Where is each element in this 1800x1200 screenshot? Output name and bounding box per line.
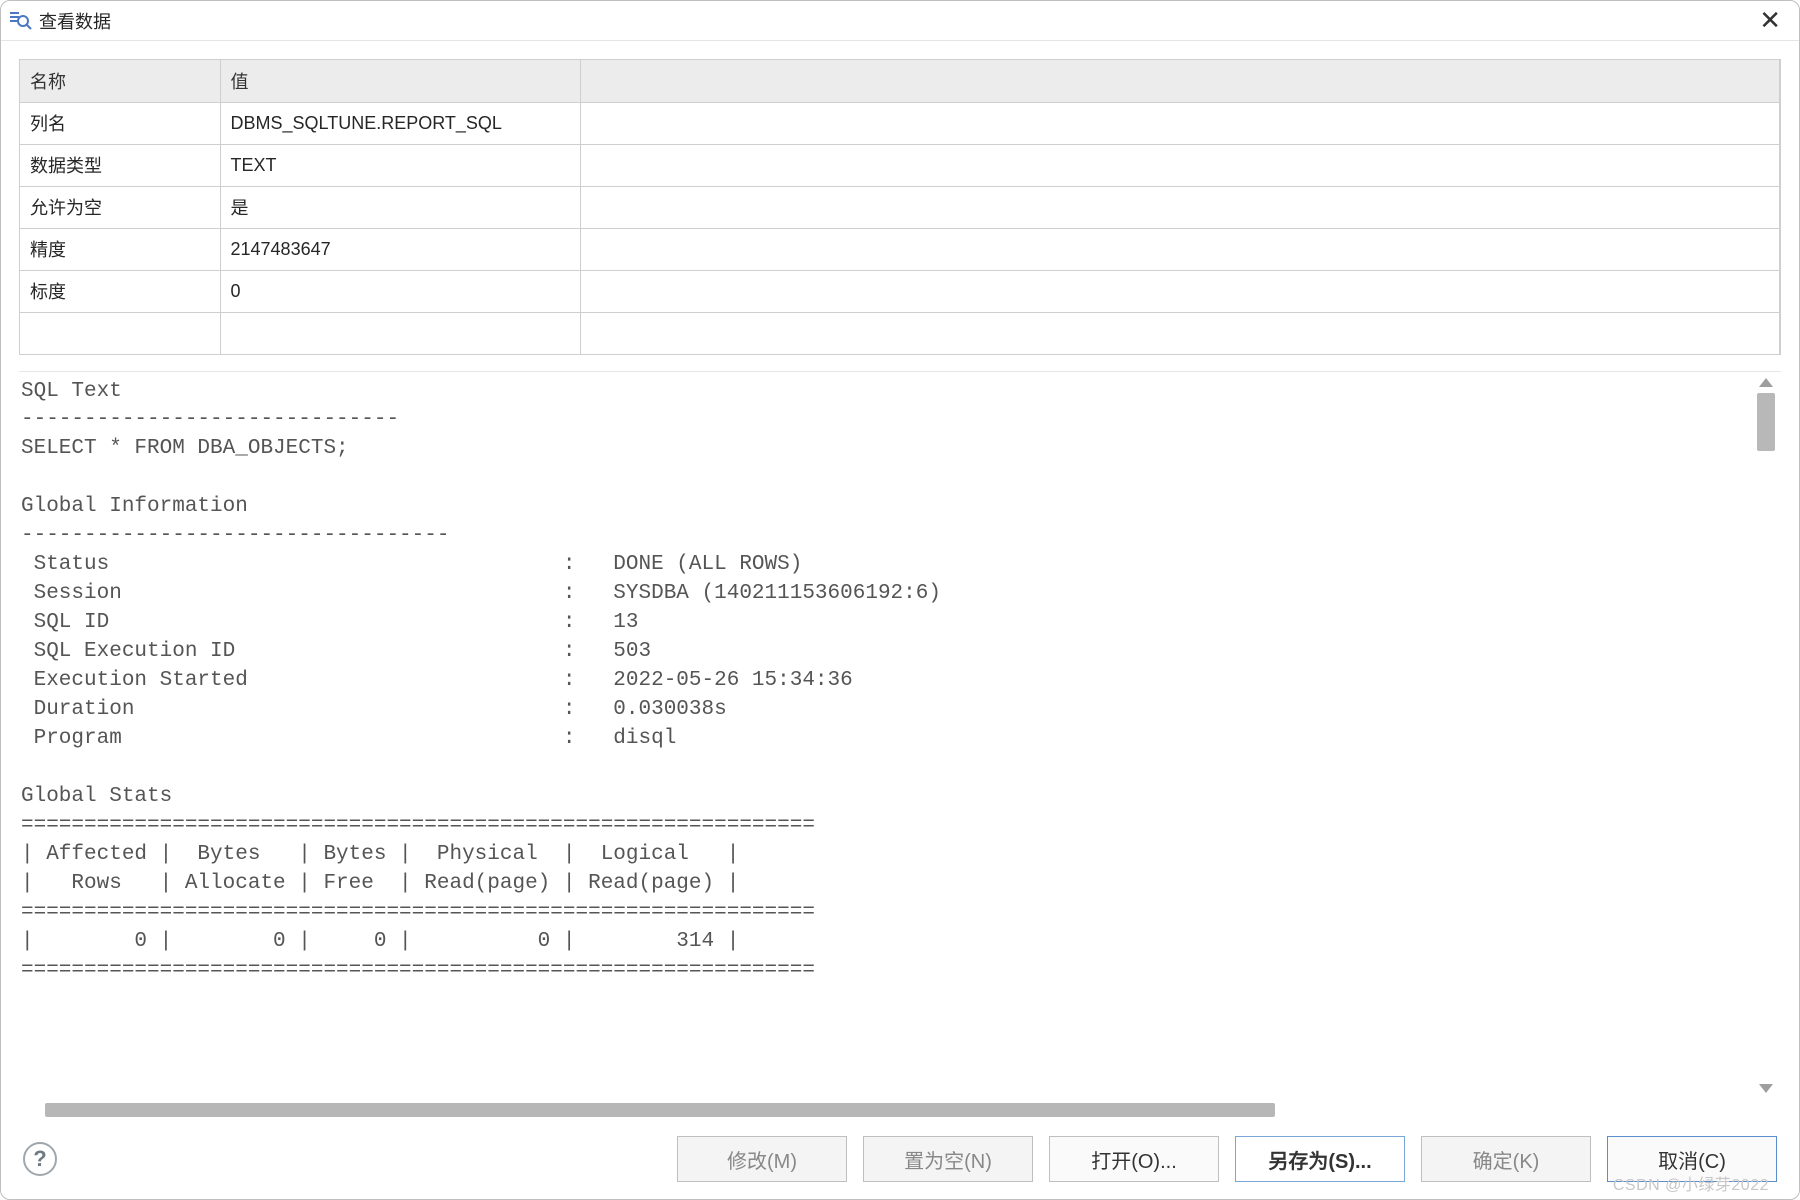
report-area: SQL Text ------------------------------ …: [19, 371, 1781, 1120]
grid-header-row: 名称 值: [20, 60, 1780, 102]
close-icon[interactable]: ✕: [1753, 3, 1787, 38]
table-row[interactable]: 数据类型TEXT: [20, 144, 1780, 186]
table-row[interactable]: 列名DBMS_SQLTUNE.REPORT_SQL: [20, 102, 1780, 144]
cell-value[interactable]: TEXT: [220, 144, 580, 186]
open-button[interactable]: 打开(O)...: [1049, 1136, 1219, 1182]
button-bar: ? 修改(M) 置为空(N) 打开(O)... 另存为(S)... 确定(K) …: [1, 1119, 1799, 1199]
table-row[interactable]: 允许为空是: [20, 186, 1780, 228]
horizontal-scrollbar[interactable]: [19, 1099, 1747, 1119]
grid-header-name[interactable]: 名称: [20, 60, 220, 102]
scroll-up-icon[interactable]: [1759, 378, 1773, 387]
saveas-button[interactable]: 另存为(S)...: [1235, 1136, 1405, 1182]
cell-blank: [580, 186, 1780, 228]
horizontal-scroll-thumb[interactable]: [45, 1103, 1275, 1117]
table-row[interactable]: [20, 312, 1780, 354]
modify-button[interactable]: 修改(M): [677, 1136, 847, 1182]
cell-blank: [580, 312, 1780, 354]
vertical-scrollbar[interactable]: [1755, 378, 1777, 1094]
view-data-dialog: 查看数据 ✕ 名称 值 列名DBMS_SQLTUNE.REPORT_SQL数据类…: [0, 0, 1800, 1200]
cell-name[interactable]: 标度: [20, 270, 220, 312]
setnull-button[interactable]: 置为空(N): [863, 1136, 1033, 1182]
cell-blank: [580, 228, 1780, 270]
ok-button[interactable]: 确定(K): [1421, 1136, 1591, 1182]
cell-value[interactable]: 0: [220, 270, 580, 312]
cancel-button[interactable]: 取消(C): [1607, 1136, 1777, 1182]
table-row[interactable]: 标度0: [20, 270, 1780, 312]
cell-name[interactable]: 允许为空: [20, 186, 220, 228]
scroll-down-icon[interactable]: [1759, 1084, 1773, 1093]
cell-name[interactable]: 列名: [20, 102, 220, 144]
cell-name[interactable]: 精度: [20, 228, 220, 270]
table-row[interactable]: 精度2147483647: [20, 228, 1780, 270]
grid-header-blank: [580, 60, 1780, 102]
help-icon[interactable]: ?: [23, 1142, 57, 1176]
grid-header-value[interactable]: 值: [220, 60, 580, 102]
cell-value[interactable]: 是: [220, 186, 580, 228]
cell-value[interactable]: 2147483647: [220, 228, 580, 270]
vertical-scroll-thumb[interactable]: [1757, 393, 1775, 451]
cell-blank: [580, 144, 1780, 186]
property-grid: 名称 值 列名DBMS_SQLTUNE.REPORT_SQL数据类型TEXT允许…: [19, 59, 1781, 355]
cell-value[interactable]: DBMS_SQLTUNE.REPORT_SQL: [220, 102, 580, 144]
report-text[interactable]: SQL Text ------------------------------ …: [19, 372, 1747, 996]
cell-blank: [580, 102, 1780, 144]
cell-value[interactable]: [220, 312, 580, 354]
cell-name[interactable]: [20, 312, 220, 354]
dialog-body: 名称 值 列名DBMS_SQLTUNE.REPORT_SQL数据类型TEXT允许…: [1, 41, 1799, 1119]
dialog-title: 查看数据: [39, 8, 111, 34]
title-bar: 查看数据 ✕: [1, 1, 1799, 41]
cell-blank: [580, 270, 1780, 312]
magnifier-list-icon: [7, 8, 33, 34]
cell-name[interactable]: 数据类型: [20, 144, 220, 186]
